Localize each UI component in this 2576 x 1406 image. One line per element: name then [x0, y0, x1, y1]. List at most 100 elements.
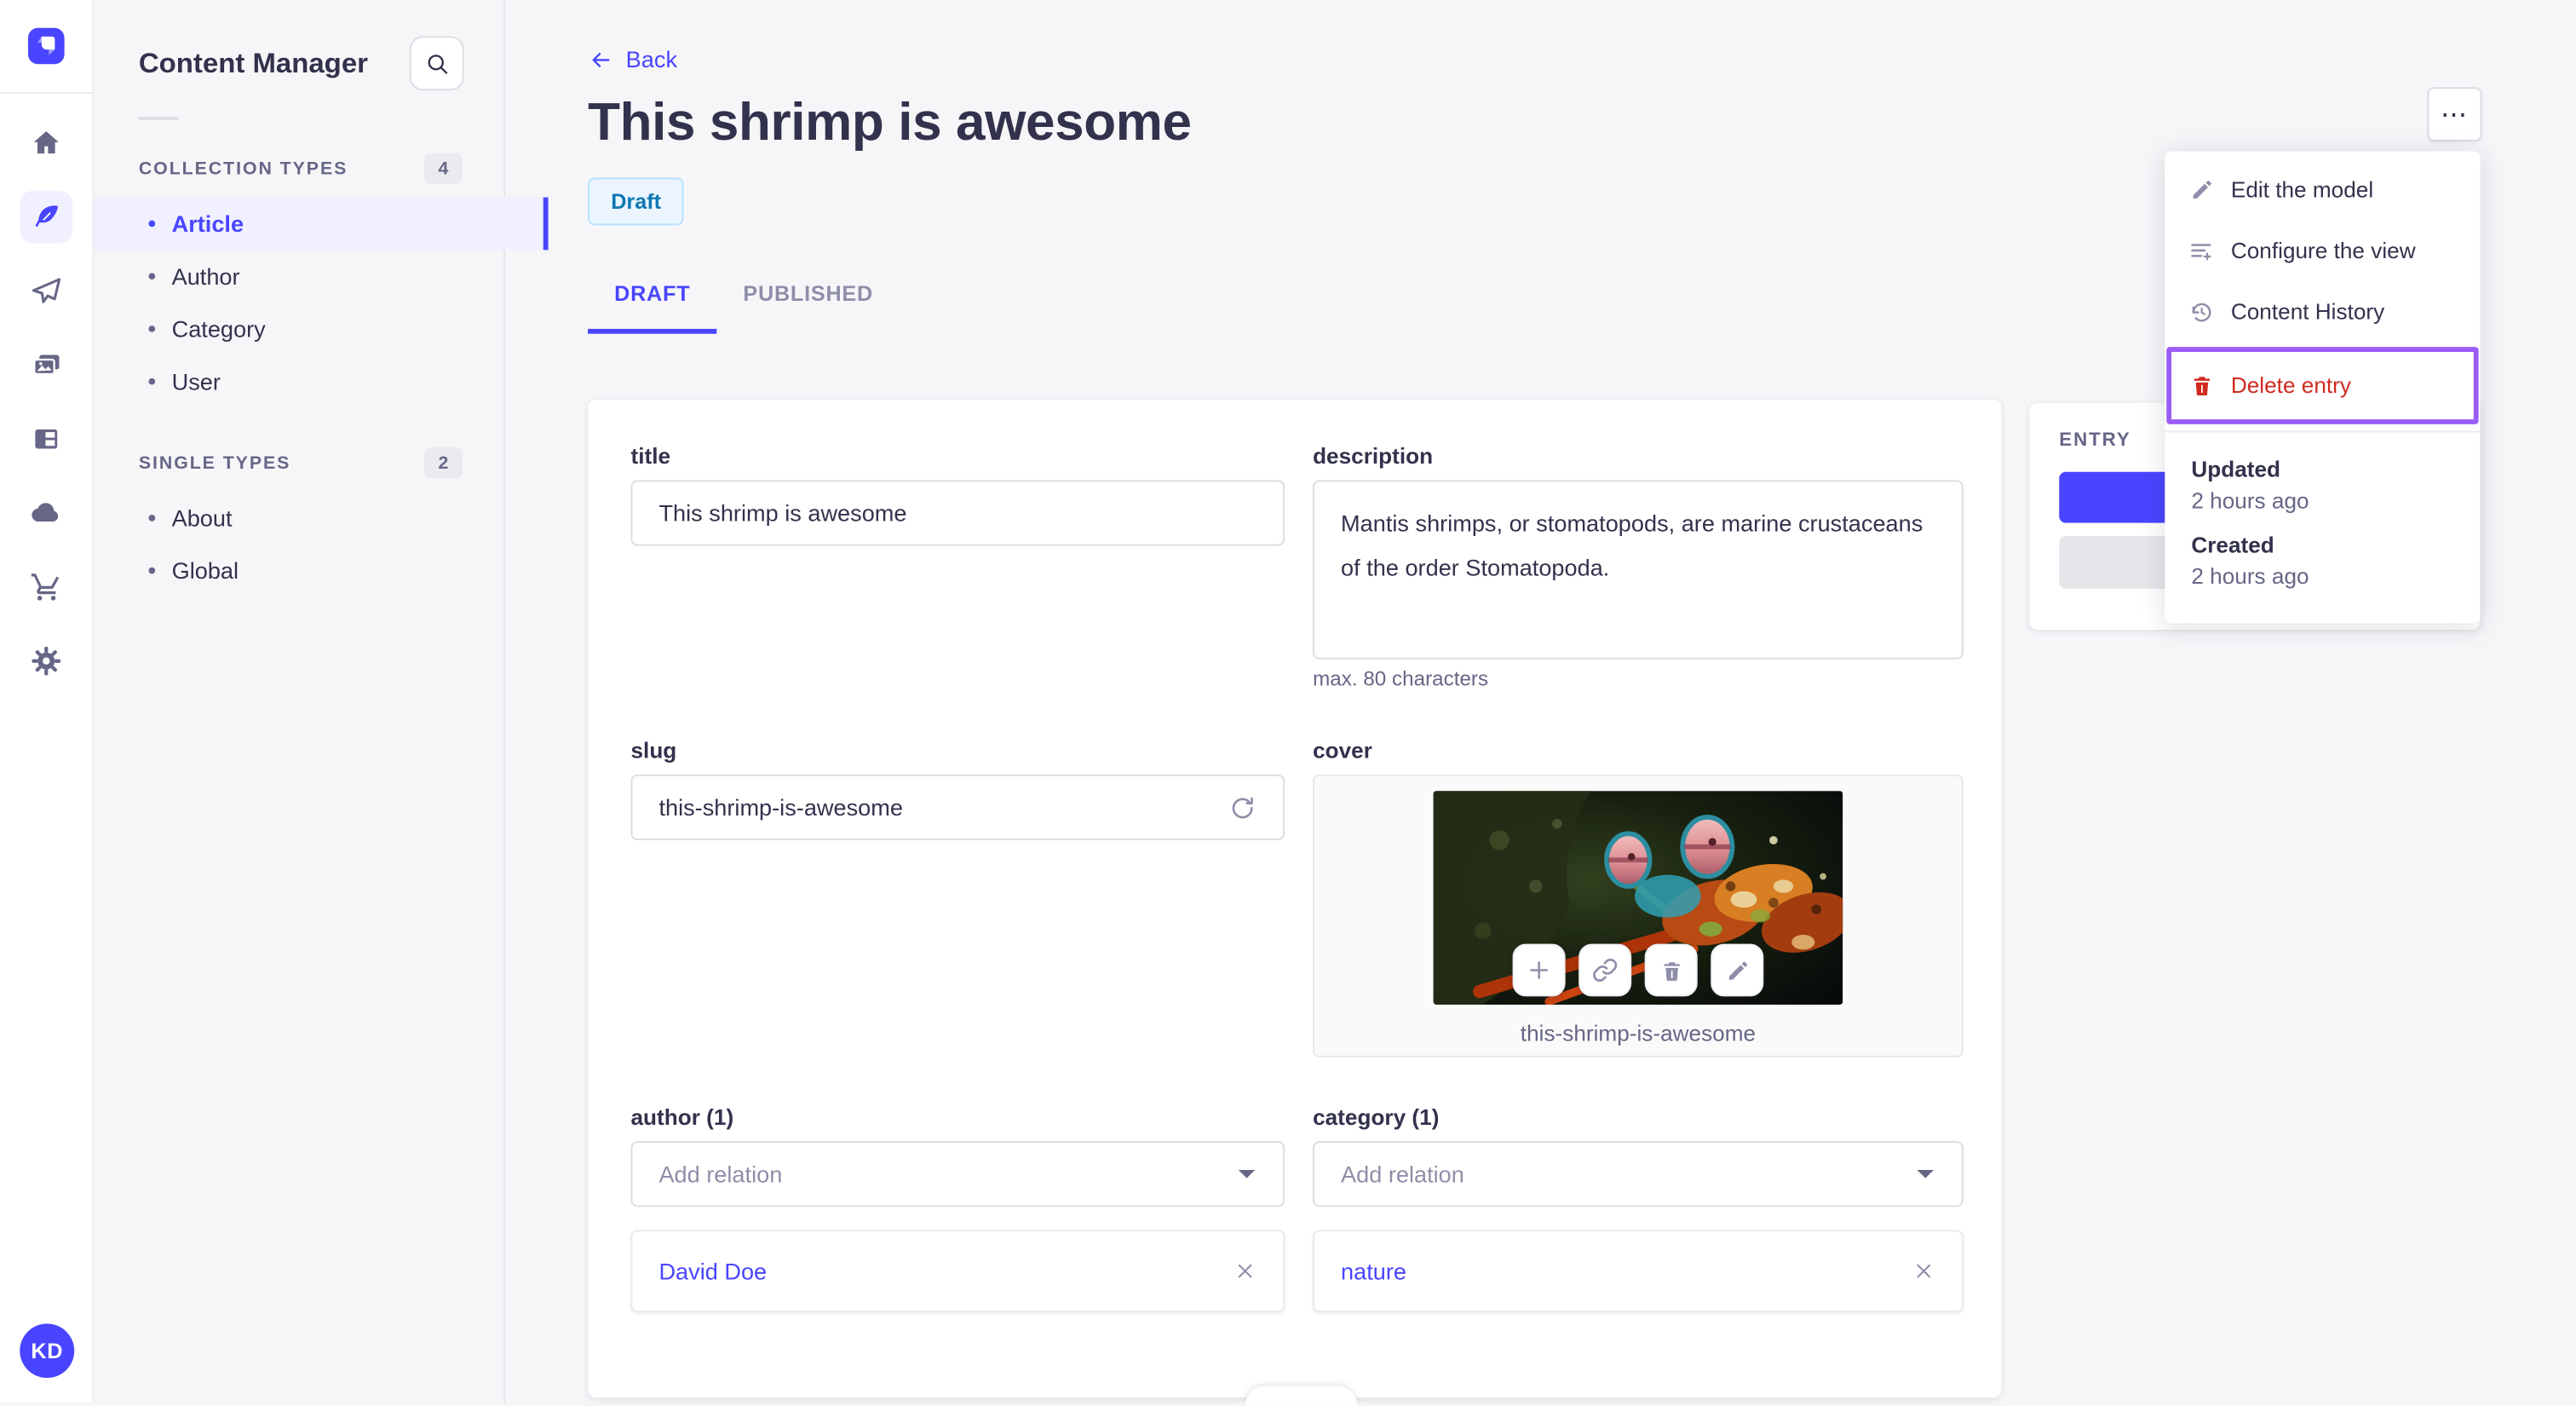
sidebar-item-about[interactable]: About	[93, 492, 504, 545]
tab-draft[interactable]: DRAFT	[588, 281, 717, 334]
page-title: This shrimp is awesome	[588, 92, 1192, 152]
menu-item-delete-entry[interactable]: Delete entry	[2166, 347, 2479, 424]
cloud-icon	[30, 497, 63, 530]
deployments-nav-button[interactable]	[20, 487, 72, 539]
collection-types-header: COLLECTION TYPES	[138, 158, 348, 179]
bullet-icon	[148, 273, 156, 280]
sidebar-item-author[interactable]: Author	[93, 250, 504, 303]
sidebar-item-user[interactable]: User	[93, 355, 504, 408]
sidebar-item-article[interactable]: Article	[92, 197, 549, 251]
title-field-group: title This shrimp is awesome	[630, 444, 1285, 690]
bullet-icon	[148, 326, 156, 332]
main-nav-rail: KD	[0, 0, 95, 1403]
author-field-group: author (1) Add relation David Doe	[630, 1105, 1285, 1312]
category-relation-link[interactable]: nature	[1341, 1258, 1406, 1284]
chevron-down-icon	[1237, 1167, 1256, 1180]
home-nav-button[interactable]	[20, 117, 72, 170]
history-clock-icon	[2188, 298, 2214, 325]
strapi-logo-icon	[27, 27, 65, 65]
tab-published[interactable]: PUBLISHED	[716, 281, 900, 334]
search-button[interactable]	[409, 36, 464, 91]
subnav-title: Content Manager	[138, 46, 368, 78]
bullet-icon	[148, 567, 156, 574]
back-link[interactable]: Back	[588, 46, 704, 72]
description-textarea[interactable]: Mantis shrimps, or stomatopods, are mari…	[1313, 480, 1964, 660]
category-field-label: category (1)	[1313, 1104, 1440, 1130]
bullet-icon	[148, 377, 156, 385]
slug-field-label: slug	[630, 738, 677, 764]
feather-icon	[30, 200, 63, 233]
status-badge: Draft	[588, 177, 685, 226]
strapi-logo-button[interactable]	[0, 0, 93, 94]
cover-field-group: cover this-shrimp-is-awesome	[1313, 738, 1964, 1057]
content-type-builder-nav-button[interactable]	[20, 412, 72, 465]
link-icon	[1592, 957, 1619, 983]
settings-nav-button[interactable]	[20, 635, 72, 688]
subnav-divider	[138, 117, 179, 120]
author-relation-link[interactable]: David Doe	[658, 1258, 767, 1284]
bullet-icon	[148, 514, 156, 521]
releases-nav-button[interactable]	[20, 265, 72, 318]
more-actions-button[interactable]: ⋯	[2427, 87, 2482, 141]
slug-field-group: slug this-shrimp-is-awesome	[630, 738, 1285, 1057]
description-field-label: description	[1313, 444, 1434, 469]
single-types-header: SINGLE TYPES	[138, 452, 291, 473]
add-media-button[interactable]	[1512, 943, 1566, 997]
updated-label: Updated	[2191, 457, 2281, 482]
copy-link-button[interactable]	[1578, 943, 1632, 997]
entry-form-card: title This shrimp is awesome description…	[588, 399, 2002, 1398]
user-avatar[interactable]: KD	[20, 1323, 75, 1379]
menu-item-edit-model[interactable]: Edit the model	[2165, 159, 2480, 220]
remove-media-button[interactable]	[1644, 943, 1698, 997]
version-tabs: DRAFT PUBLISHED	[588, 281, 2001, 334]
menu-item-configure-view[interactable]: Configure the view	[2165, 221, 2480, 281]
main-content: Back This shrimp is awesome Draft DRAFT …	[588, 0, 2002, 1398]
category-relation-select[interactable]: Add relation	[1313, 1141, 1964, 1207]
slug-input[interactable]: this-shrimp-is-awesome	[630, 774, 1285, 841]
trash-icon	[1659, 958, 1683, 982]
media-library-nav-button[interactable]	[20, 339, 72, 392]
author-relation-item: David Doe	[630, 1230, 1285, 1312]
app-window: KD Content Manager COLLECTION TYPES 4 Ar…	[0, 0, 2576, 1406]
author-field-label: author (1)	[630, 1104, 734, 1130]
cover-media-box: this-shrimp-is-awesome	[1313, 774, 1964, 1057]
menu-item-content-history[interactable]: Content History	[2165, 281, 2480, 342]
pencil-icon	[1725, 958, 1750, 982]
trash-icon	[2188, 373, 2214, 398]
collection-types-count-badge: 4	[424, 153, 463, 185]
cover-actions	[1512, 943, 1764, 997]
content-manager-nav-button[interactable]	[20, 190, 73, 244]
marketplace-nav-button[interactable]	[20, 561, 72, 614]
title-input[interactable]: This shrimp is awesome	[630, 480, 1285, 546]
pencil-icon	[2188, 177, 2214, 202]
description-hint: max. 80 characters	[1313, 667, 1489, 691]
regenerate-slug-icon[interactable]	[1228, 793, 1256, 821]
author-relation-select[interactable]: Add relation	[630, 1141, 1285, 1207]
cover-caption: this-shrimp-is-awesome	[1520, 1021, 1757, 1046]
configure-view-icon	[2188, 238, 2214, 264]
single-types-count-badge: 2	[424, 447, 463, 479]
remove-relation-icon[interactable]	[1912, 1259, 1935, 1282]
plus-icon	[1526, 957, 1552, 983]
paper-plane-icon	[30, 274, 63, 308]
bullet-icon	[148, 220, 156, 228]
category-field-group: category (1) Add relation nature	[1313, 1105, 1964, 1312]
remove-relation-icon[interactable]	[1233, 1259, 1256, 1282]
layout-icon	[30, 423, 63, 456]
cover-field-label: cover	[1313, 738, 1372, 764]
media-library-icon	[30, 349, 63, 382]
sidebar-item-global[interactable]: Global	[93, 545, 504, 597]
updated-value: 2 hours ago	[2191, 488, 2309, 514]
sidebar-item-category[interactable]: Category	[93, 303, 504, 355]
title-field-label: title	[630, 444, 671, 469]
created-value: 2 hours ago	[2191, 563, 2309, 589]
content-manager-subnav: Content Manager COLLECTION TYPES 4 Artic…	[92, 0, 549, 1403]
bottom-floating-pill[interactable]	[1245, 1386, 1358, 1406]
gear-icon	[30, 644, 63, 677]
edit-media-button[interactable]	[1711, 943, 1764, 997]
cart-icon	[30, 571, 63, 604]
search-icon	[423, 50, 450, 77]
chevron-down-icon	[1916, 1167, 1935, 1180]
home-icon	[30, 127, 63, 160]
description-field-group: description Mantis shrimps, or stomatopo…	[1313, 444, 1964, 690]
